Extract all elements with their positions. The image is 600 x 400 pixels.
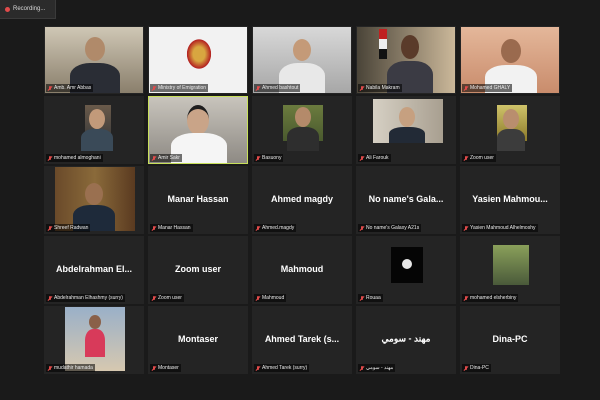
participant-display-name: Yasien Mahmou... <box>472 194 548 204</box>
participant-tile[interactable]: Rouaa <box>356 236 456 304</box>
participant-name-label: No name's Galaxy A21s <box>358 224 422 232</box>
participant-name-label: Abdelrahman Elhashmy (surry) <box>46 294 125 302</box>
muted-mic-icon <box>464 155 468 161</box>
muted-mic-icon <box>256 155 260 161</box>
participant-name-label: Ali Farouk <box>358 154 391 162</box>
participant-tile[interactable]: Amb. Amr Abbas <box>44 26 144 94</box>
participant-name-label: Shreef Radwan <box>46 224 91 232</box>
muted-mic-icon <box>256 295 260 301</box>
muted-mic-icon <box>48 225 52 231</box>
muted-mic-icon <box>360 85 364 91</box>
muted-mic-icon <box>464 295 468 301</box>
ministry-emblem-icon <box>185 37 213 71</box>
muted-mic-icon <box>360 365 364 371</box>
participant-name-label: Nabila Makram <box>358 84 402 92</box>
participant-tile[interactable]: mohamed elsherbiny <box>460 236 560 304</box>
participant-name-label: Dina-PC <box>462 364 491 372</box>
participant-tile[interactable]: Ahmed Tarek (s... Ahmed Tarek (surry) <box>252 306 352 374</box>
muted-mic-icon <box>48 295 52 301</box>
muted-mic-icon <box>152 155 156 161</box>
participant-tile[interactable]: Mahmoud Mahmoud <box>252 236 352 304</box>
muted-mic-icon <box>152 225 156 231</box>
participant-name-label: Ahmed.magdy <box>254 224 297 232</box>
participant-tile[interactable]: Zoom user <box>460 96 560 164</box>
participant-name-label: Ahmed bashtout <box>254 84 301 92</box>
participant-display-name: Mahmoud <box>280 264 324 274</box>
recording-label: Recording... <box>13 6 46 12</box>
participant-name-label: Mohamed GHALY <box>462 84 513 92</box>
muted-mic-icon <box>360 225 364 231</box>
participant-display-name: مهند - سومي <box>381 333 431 344</box>
participant-name-label: mohamed almoghani <box>46 154 103 162</box>
profile-avatar <box>493 245 529 285</box>
muted-mic-icon <box>152 365 156 371</box>
participant-tile[interactable]: mohamed almoghani <box>44 96 144 164</box>
participant-display-name: Ahmed magdy <box>270 194 333 204</box>
participant-tile[interactable]: Manar Hassan Manar Hassan <box>148 166 248 234</box>
participant-name-label: Zoom user <box>150 294 184 302</box>
muted-mic-icon <box>464 225 468 231</box>
profile-avatar <box>391 247 423 283</box>
recording-indicator[interactable]: Recording... <box>0 0 56 19</box>
participant-name-label: مهند - سومي <box>358 364 396 372</box>
muted-mic-icon <box>256 225 260 231</box>
muted-mic-icon <box>360 155 364 161</box>
participant-name-label: Ministry of Emigration <box>150 84 209 92</box>
flag-icon <box>379 29 387 59</box>
participant-name-label: Mahmoud <box>254 294 287 302</box>
participant-display-name: No name's Gala... <box>368 194 444 204</box>
muted-mic-icon <box>48 85 52 91</box>
participant-display-name: Zoom user <box>174 264 221 274</box>
recording-dot-icon <box>5 6 10 12</box>
participant-tile[interactable]: Abdelrahman El... Abdelrahman Elhashmy (… <box>44 236 144 304</box>
participant-name-label: Yasien Mahmoud Alhelmoshy <box>462 224 538 232</box>
participant-tile[interactable]: Zoom user Zoom user <box>148 236 248 304</box>
muted-mic-icon <box>464 365 468 371</box>
participant-tile[interactable]: مهند - سومي مهند - سومي <box>356 306 456 374</box>
muted-mic-icon <box>256 85 260 91</box>
participant-tile-active-speaker[interactable]: Amir Sakr <box>148 96 248 164</box>
muted-mic-icon <box>152 85 156 91</box>
participant-tile[interactable]: Dina-PC Dina-PC <box>460 306 560 374</box>
participant-name-label: Manar Hassan <box>150 224 193 232</box>
participant-tile[interactable]: mudathir hamada <box>44 306 144 374</box>
participant-display-name: Ahmed Tarek (s... <box>264 334 340 344</box>
participant-tile[interactable]: Ali Farouk <box>356 96 456 164</box>
muted-mic-icon <box>256 365 260 371</box>
participant-name-label: Basuony <box>254 154 284 162</box>
muted-mic-icon <box>360 295 364 301</box>
participant-name-label: Zoom user <box>462 154 496 162</box>
participant-tile[interactable]: Nabila Makram <box>356 26 456 94</box>
participant-tile[interactable]: Montaser Montaser <box>148 306 248 374</box>
participant-tile[interactable]: Ahmed magdy Ahmed.magdy <box>252 166 352 234</box>
participant-name-label: Rouaa <box>358 294 383 302</box>
participant-name-label: Amb. Amr Abbas <box>46 84 94 92</box>
participant-display-name: Dina-PC <box>492 334 528 344</box>
participant-tile[interactable]: Yasien Mahmou... Yasien Mahmoud Alhelmos… <box>460 166 560 234</box>
participant-display-name: Manar Hassan <box>167 194 229 204</box>
participant-name-label: mohamed elsherbiny <box>462 294 519 302</box>
participant-tile[interactable]: Basuony <box>252 96 352 164</box>
muted-mic-icon <box>48 155 52 161</box>
muted-mic-icon <box>48 365 52 371</box>
participant-tile[interactable]: Ahmed bashtout <box>252 26 352 94</box>
participant-name-label: Amir Sakr <box>150 154 182 162</box>
participant-tile[interactable]: Ministry of Emigration <box>148 26 248 94</box>
participant-name-label: Montaser <box>150 364 181 372</box>
participant-display-name: Abdelrahman El... <box>55 264 133 274</box>
participant-tile[interactable]: No name's Gala... No name's Galaxy A21s <box>356 166 456 234</box>
participant-tile[interactable]: Mohamed GHALY <box>460 26 560 94</box>
muted-mic-icon <box>152 295 156 301</box>
participant-name-label: Ahmed Tarek (surry) <box>254 364 310 372</box>
participant-display-name: Montaser <box>177 334 218 344</box>
participant-tile[interactable]: Shreef Radwan <box>44 166 144 234</box>
muted-mic-icon <box>464 85 468 91</box>
participant-gallery: Amb. Amr Abbas Ministry of Emigration Ah… <box>44 26 560 374</box>
participant-name-label: mudathir hamada <box>46 364 95 372</box>
